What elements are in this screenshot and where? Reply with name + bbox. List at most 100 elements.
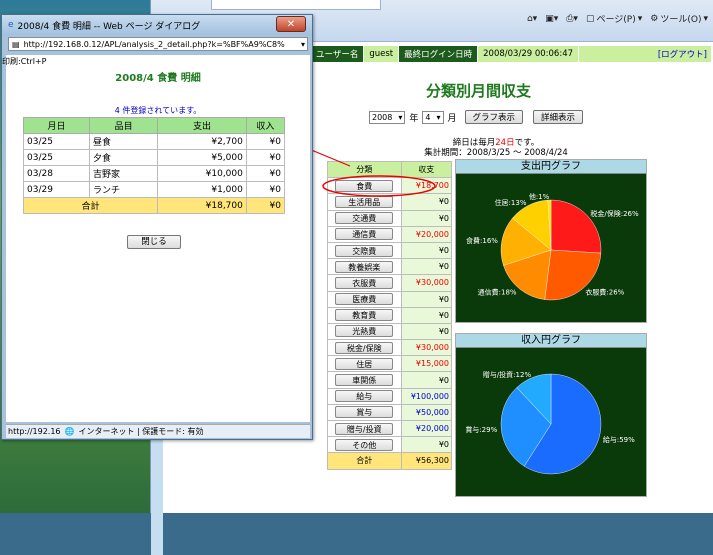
status-zone: インターネット | 保護モード: 有効 (78, 427, 204, 436)
chevron-down-icon: ▾ (436, 112, 441, 122)
income-cell: ¥0 (245, 165, 286, 182)
pie-label: 通信費:18% (478, 288, 517, 297)
browser-tab[interactable] (211, 0, 381, 10)
expense-cell: ¥1,000 (157, 181, 247, 198)
closing-post: です。 (514, 138, 540, 148)
date-cell: 03/28 (22, 165, 91, 182)
category-value: ¥20,000 (400, 225, 453, 243)
chevron-down-icon: ▾ (398, 112, 403, 122)
page-menu[interactable]: ▢ ページ(P) ▾ (586, 12, 642, 26)
category-value: ¥0 (400, 436, 453, 454)
category-button[interactable]: 賞与 (335, 406, 394, 419)
category-button[interactable]: その他 (335, 438, 394, 451)
closing-day-line: 締日は毎月24日です。 (411, 138, 581, 148)
print-hint: 印刷:Ctrl+P (2, 57, 47, 66)
income-graph-title: 収入円グラフ (456, 334, 646, 348)
pie-label: 贈与/投資:12% (483, 370, 532, 379)
close-button[interactable]: 閉じる (127, 235, 181, 249)
category-row: 教養娯楽 ¥0 (327, 258, 453, 276)
category-row: 贈与/投資 ¥20,000 (327, 419, 453, 438)
print-icon[interactable]: ⎙▾ (566, 14, 578, 24)
month-select[interactable]: 4 ▾ (422, 110, 444, 124)
category-button[interactable]: 通信費 (335, 228, 394, 241)
expense-header: 支出 (157, 117, 247, 134)
category-cell: 交通費 (327, 209, 402, 227)
category-button[interactable]: 交通費 (335, 212, 394, 225)
ie-icon: e (8, 20, 14, 30)
tools-menu[interactable]: ⚙ ツール(O) ▾ (650, 12, 708, 26)
user-label: ユーザー名 (311, 46, 365, 62)
graph-button[interactable]: グラフ表示 (464, 110, 524, 124)
category-button[interactable]: 税金/保険 (335, 341, 394, 354)
category-button[interactable]: 住居 (335, 357, 394, 370)
category-cell: 通信費 (327, 225, 402, 243)
category-button[interactable]: 車関係 (335, 374, 394, 387)
category-cell: 光熱費 (327, 322, 402, 341)
category-row: 衣服費 ¥30,000 (327, 274, 453, 292)
tools-menu-label: ツール(O) (660, 15, 702, 25)
feeds-icon[interactable]: ▣▾ (545, 14, 558, 24)
table-row: 03/25 昼食 ¥2,700 ¥0 (22, 133, 286, 150)
detail-button[interactable]: 詳細表示 (533, 110, 584, 124)
category-cell: 医療費 (327, 290, 402, 308)
month-value: 4 (425, 112, 431, 122)
category-button[interactable]: 光熱費 (335, 325, 394, 338)
pie-slice (550, 199, 602, 254)
dialog-address-bar: ▤ http://192.168.0.12/APL/analysis_2_det… (8, 37, 308, 51)
period-range: 集計期間：2008/3/25 ～ 2008/4/24 (424, 148, 568, 158)
income-graph-canvas: 給与:59% 賞与:29% 贈与/投資:12% (456, 348, 646, 496)
command-bar: ⌂▾ ▣▾ ⎙▾ ▢ ページ(P) ▾ ⚙ ツール(O) ▾ (527, 12, 708, 26)
category-cell: 教育費 (327, 306, 402, 324)
page-menu-label: ページ(P) (596, 15, 636, 25)
date-cell: 03/29 (22, 181, 91, 198)
category-button[interactable]: 交際費 (335, 244, 394, 257)
table-row: 03/28 吉野家 ¥10,000 ¥0 (22, 165, 286, 182)
category-row: 交通費 ¥0 (327, 209, 453, 227)
category-button[interactable]: 衣服費 (335, 276, 394, 289)
category-row: 光熱費 ¥0 (327, 322, 453, 341)
detail-dialog: e 2008/4 食費 明細 -- Web ページ ダイアログ ✕ ▤ http… (1, 14, 313, 440)
category-cell: 住居 (327, 355, 402, 373)
detail-total-row: 合計 ¥18,700 ¥0 (22, 197, 286, 214)
income-graph: 収入円グラフ 給与:59% 賞与:29% 贈与/投資:12% (455, 333, 647, 497)
page-title: 分類別月間収支 (426, 82, 532, 100)
pie-label: 給与:59% (603, 435, 635, 444)
pie-label: 衣服費:26% (585, 288, 624, 297)
item-cell: ランチ (89, 181, 159, 198)
closing-pre: 締日は毎月 (452, 138, 496, 148)
last-login-value: 2008/03/29 00:06:47 (478, 46, 580, 62)
home-icon[interactable]: ⌂▾ (527, 14, 537, 24)
close-icon[interactable]: ✕ (276, 16, 306, 32)
category-button[interactable]: 給与 (335, 390, 394, 403)
category-row: その他 ¥0 (327, 436, 453, 454)
category-row: 交際費 ¥0 (327, 241, 453, 260)
expense-cell: ¥10,000 (157, 165, 247, 182)
dialog-status-bar: http://192.16 🌐 インターネット | 保護モード: 有効 (6, 424, 310, 438)
expense-graph-canvas: 税金/保険:26% 衣服費:26% 通信費:18% 食費:16% 住居:13% 他:1% (456, 174, 646, 322)
chevron-down-icon[interactable]: ▾ (301, 40, 307, 49)
category-value: ¥50,000 (400, 403, 453, 422)
dialog-title: 2008/4 食費 明細 -- Web ページ ダイアログ (17, 21, 201, 32)
category-row: 賞与 ¥50,000 (327, 403, 453, 422)
category-value: ¥30,000 (400, 274, 453, 292)
category-row: 給与 ¥100,000 (327, 387, 453, 405)
user-header: ユーザー名 guest 最終ログイン日時 2008/03/29 00:06:47… (311, 46, 711, 62)
logout-link[interactable]: [ログアウト] (658, 48, 711, 60)
category-button[interactable]: 贈与/投資 (335, 422, 394, 435)
category-row: 医療費 ¥0 (327, 290, 453, 308)
category-cell: 交際費 (327, 241, 402, 260)
pie-label: 住居:13% (495, 198, 527, 207)
category-value: ¥0 (400, 322, 453, 341)
total-label: 合計 (327, 452, 402, 470)
category-cell: その他 (327, 436, 402, 454)
status-url: http://192.16 (8, 427, 61, 436)
item-cell: 夕食 (89, 149, 159, 166)
category-button[interactable]: 教養娯楽 (335, 260, 394, 273)
category-row: 教育費 ¥0 (327, 306, 453, 324)
year-select[interactable]: 2008 ▾ (369, 110, 406, 124)
category-button[interactable]: 教育費 (335, 309, 394, 322)
pie-label: 他:1% (529, 192, 550, 201)
category-value: ¥0 (400, 241, 453, 260)
category-button[interactable]: 医療費 (335, 293, 394, 306)
category-cell: 車関係 (327, 371, 402, 389)
